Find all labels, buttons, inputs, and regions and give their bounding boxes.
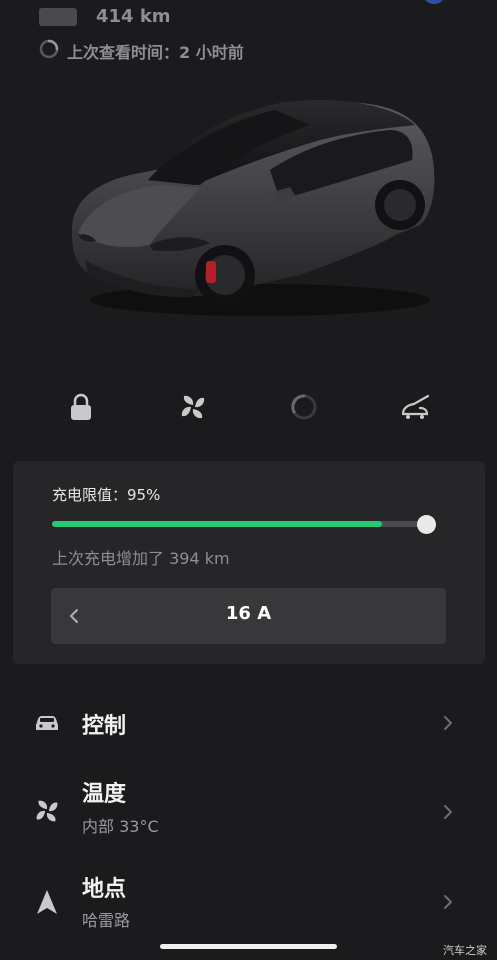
range-text: 414 km [96,6,171,27]
menu-row-controls[interactable] [0,695,497,755]
chevron-right-icon [444,716,452,730]
charge-current-value: 16 A [225,603,272,624]
car-icon [36,716,58,730]
frunk-icon[interactable] [400,392,430,422]
lock-icon[interactable] [66,392,96,422]
fan-icon [36,800,58,822]
menu-row-climate[interactable] [0,768,497,848]
battery-icon [39,8,77,26]
profile-icon[interactable] [420,0,450,6]
car-image [71,99,435,316]
charge-limit-slider-thumb[interactable] [417,515,436,534]
menu-title-location: 地点 [82,877,127,902]
chevron-right-icon [444,805,452,819]
menu-title-controls: 控制 [82,714,127,739]
loading-spinner-icon [291,394,317,420]
charge-limit-slider-fill [52,521,382,527]
last-checked-text: 上次查看时间：2 小时前 [67,43,244,62]
menu-subtitle-location: 哈雷路 [82,911,131,930]
menu-row-location[interactable] [0,860,497,940]
refresh-icon[interactable] [39,39,59,59]
charge-limit-label: 充电限值：95% [52,486,161,504]
menu-title-climate: 温度 [82,782,127,807]
navigation-arrow-icon [37,890,57,914]
watermark: 汽车之家 [443,944,487,957]
fan-icon[interactable] [178,392,208,422]
charge-added-text: 上次充电增加了 394 km [52,549,230,568]
home-indicator[interactable] [160,944,337,949]
chevron-right-icon [444,895,452,909]
menu-subtitle-climate: 内部 33°C [82,817,159,836]
